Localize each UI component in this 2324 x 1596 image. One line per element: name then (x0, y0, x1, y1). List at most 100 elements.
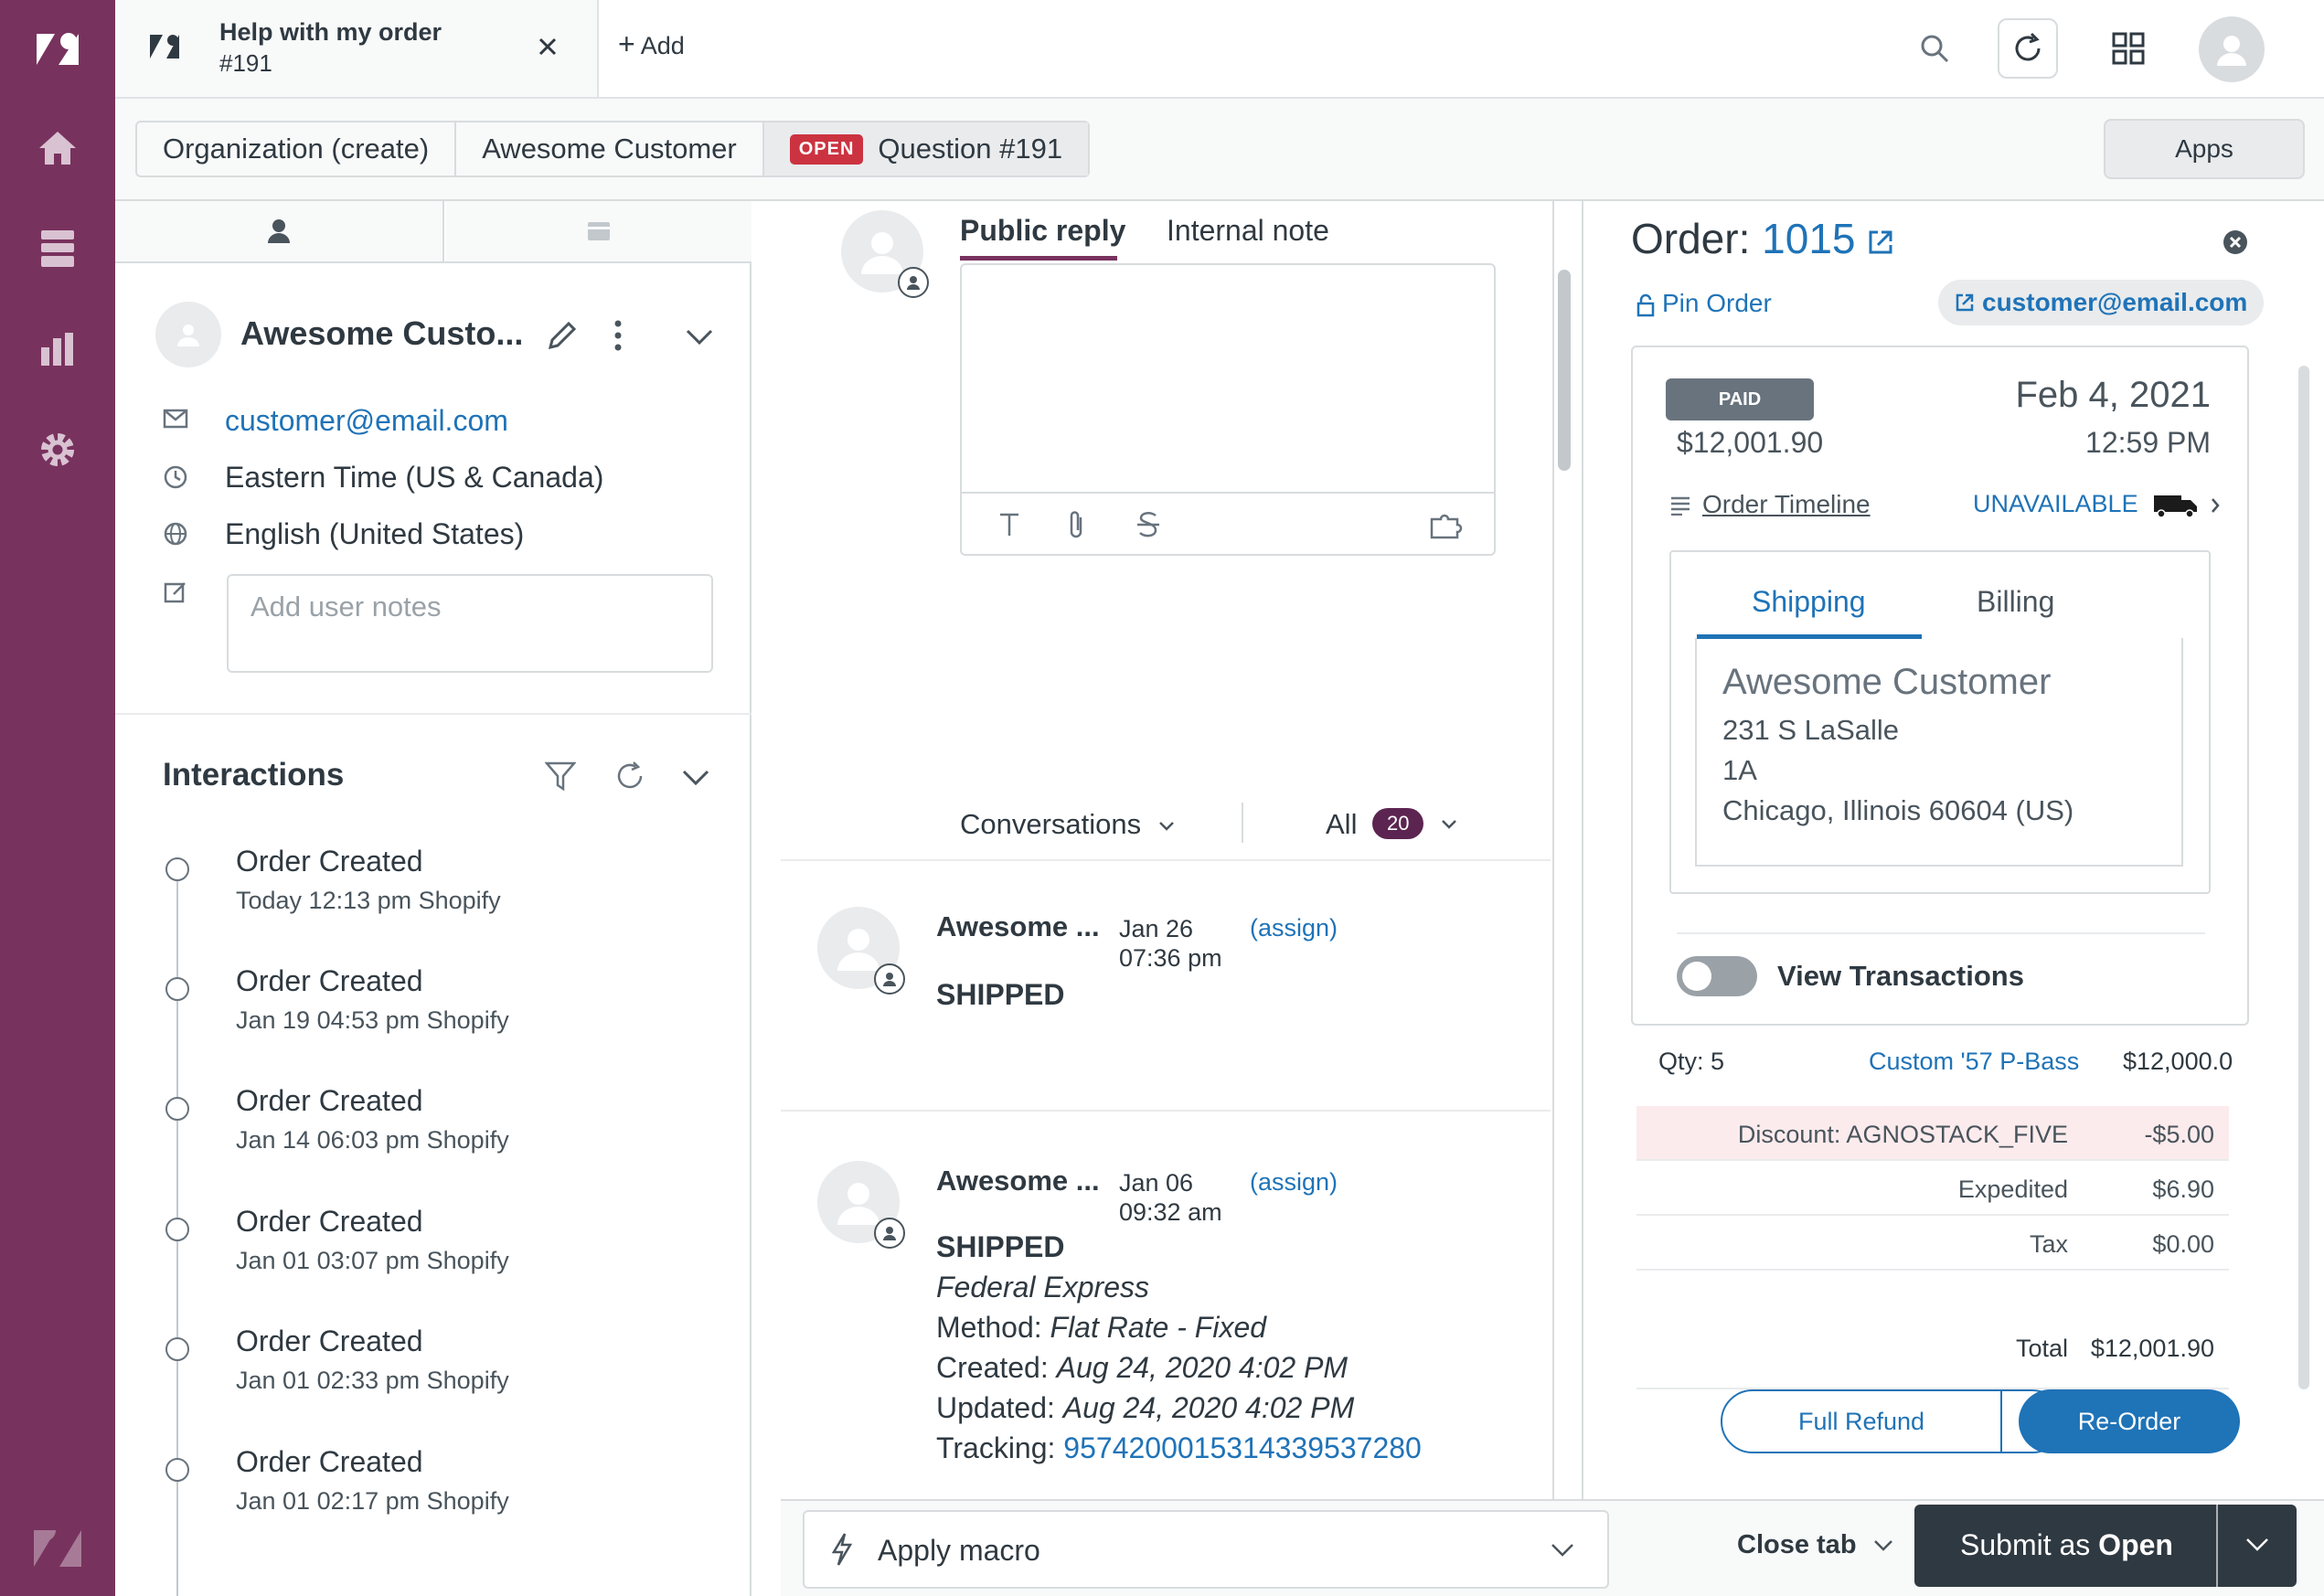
interactions-chevron-icon[interactable] (682, 770, 709, 786)
close-app-icon[interactable] (2222, 229, 2249, 256)
app-scrollbar[interactable] (2298, 366, 2309, 1389)
views-icon[interactable] (30, 221, 85, 276)
total-value: $12,001.90 (2090, 1335, 2214, 1362)
close-tab-icon[interactable] (538, 37, 558, 57)
full-refund-button[interactable]: Full Refund (1721, 1389, 2002, 1453)
assign-link[interactable]: (assign) (1250, 1168, 1338, 1197)
assign-link[interactable]: (assign) (1250, 914, 1338, 942)
search-icon[interactable] (1904, 18, 1965, 79)
reorder-button[interactable]: Re-Order (2019, 1389, 2240, 1453)
collapse-chevron-icon[interactable] (686, 329, 713, 346)
line-value: $0.00 (2152, 1230, 2214, 1258)
ticket-tab-title: Help with my order (219, 18, 442, 46)
customer-email-chip[interactable]: customer@email.com (1938, 280, 2265, 325)
order-title: Order: 1015 (1631, 214, 1894, 263)
order-title-prefix: Order: (1631, 215, 1751, 262)
edit-pencil-icon[interactable] (545, 320, 578, 353)
interaction-title: Order Created (236, 1084, 423, 1117)
breadcrumb-ticket[interactable]: OPEN Question #191 (763, 122, 1089, 176)
tab-organization[interactable] (446, 201, 752, 261)
apps-puzzle-icon[interactable] (1430, 512, 1465, 539)
add-tab-button[interactable]: + Add (618, 27, 685, 61)
breadcrumb-organization[interactable]: Organization (create) (137, 122, 457, 176)
apps-grid-icon[interactable] (2098, 18, 2159, 79)
updated-row: Updated: Aug 24, 2020 4:02 PM (936, 1388, 1422, 1428)
email-icon (163, 408, 190, 435)
all-chevron-down-icon[interactable] (1441, 819, 1457, 830)
text-format-icon[interactable] (998, 512, 1020, 537)
profile-avatar[interactable] (2199, 16, 2265, 82)
plus-icon: + (618, 27, 635, 60)
interaction-meta: Jan 14 06:03 pm Shopify (236, 1126, 509, 1154)
pin-order-button[interactable]: Pin Order (1636, 289, 1772, 318)
conversation-scrollbar[interactable] (1558, 270, 1571, 471)
view-transactions-toggle[interactable] (1677, 956, 1757, 996)
chevron-down-icon (1551, 1543, 1574, 1558)
tab-user[interactable] (115, 201, 444, 261)
interaction-meta: Jan 01 03:07 pm Shopify (236, 1247, 509, 1274)
line-item-product-link[interactable]: Custom '57 P-Bass (1869, 1048, 2079, 1076)
interaction-item[interactable]: Order Created Jan 01 03:07 pm Shopify (115, 1197, 737, 1318)
customer-avatar (817, 907, 905, 995)
order-card: PAID $12,001.90 Feb 4, 2021 12:59 PM Ord… (1631, 346, 2249, 1026)
tracking-link[interactable]: 9574200015314339537280 (1063, 1431, 1422, 1464)
external-link-icon[interactable] (1867, 229, 1894, 256)
timeline-dot (165, 1337, 189, 1361)
end-user-badge-icon (874, 1218, 905, 1249)
total-row: Total $12,001.90 (1636, 1307, 2229, 1389)
submit-status: Open (2098, 1528, 2173, 1561)
reporting-icon[interactable] (30, 322, 85, 377)
tab-billing[interactable]: Billing (1977, 585, 2054, 619)
user-name: Awesome Custo... (240, 314, 524, 352)
apps-button[interactable]: Apps (2104, 119, 2305, 179)
interactions-title: Interactions (163, 757, 345, 793)
ticket-tab[interactable]: Help with my order #191 (115, 0, 599, 97)
user-email-link[interactable]: customer@email.com (225, 404, 508, 438)
submit-options-chevron-icon[interactable] (2245, 1537, 2269, 1552)
interaction-item[interactable]: Order Created Jan 01 02:17 pm Shopify (115, 1438, 737, 1559)
order-timeline-link[interactable]: Order Timeline (1702, 490, 1871, 519)
interaction-meta: Jan 01 02:33 pm Shopify (236, 1367, 509, 1394)
user-language: English (United States) (225, 517, 525, 550)
all-filter-label[interactable]: All (1326, 808, 1357, 841)
submit-button[interactable]: Submit as Open (1914, 1505, 2297, 1587)
refresh-icon[interactable] (1998, 18, 2058, 79)
order-number-link[interactable]: 1015 (1762, 215, 1855, 262)
conversation-panel: Public reply Internal note Conversations… (781, 201, 1554, 1499)
tab-public-reply[interactable]: Public reply (960, 214, 1125, 248)
user-timezone: Eastern Time (US & Canada) (225, 461, 604, 494)
interaction-item[interactable]: Order Created Jan 01 02:33 pm Shopify (115, 1317, 737, 1438)
interaction-item[interactable]: Order Created Today 12:13 pm Shopify (115, 837, 737, 958)
strikethrough-icon[interactable] (1135, 510, 1161, 539)
message-author[interactable]: Awesome ... (936, 1165, 1100, 1197)
zendesk-z-icon[interactable] (30, 1521, 85, 1576)
interaction-title: Order Created (236, 845, 423, 878)
interaction-item[interactable]: Order Created Jan 19 04:53 pm Shopify (115, 957, 737, 1078)
divider (1677, 932, 2205, 934)
close-tab-button[interactable]: Close tab (1737, 1530, 1893, 1560)
tab-internal-note[interactable]: Internal note (1167, 214, 1329, 248)
shipment-status[interactable]: UNAVAILABLE (1973, 490, 2220, 518)
context-tabs (115, 201, 752, 263)
reply-editor[interactable] (960, 263, 1496, 556)
conversations-filter[interactable]: Conversations (960, 808, 1175, 841)
attachment-icon[interactable] (1066, 510, 1086, 539)
filter-icon[interactable] (545, 761, 576, 792)
breadcrumb-requester[interactable]: Awesome Customer (456, 122, 764, 176)
refresh-interactions-icon[interactable] (614, 761, 645, 792)
message-date: Jan 26 07:36 pm (1119, 914, 1222, 973)
ticket-tab-icon (148, 31, 181, 62)
customer-avatar (817, 1161, 905, 1249)
message-author[interactable]: Awesome ... (936, 910, 1100, 943)
user-notes-input[interactable]: Add user notes (227, 574, 713, 673)
ticket-header: Organization (create) Awesome Customer O… (115, 99, 2324, 201)
tab-shipping[interactable]: Shipping (1752, 585, 1866, 619)
admin-gear-icon[interactable] (30, 422, 85, 477)
zendesk-logo-icon[interactable] (30, 22, 85, 77)
interaction-item[interactable]: Order Created Jan 14 06:03 pm Shopify (115, 1077, 737, 1197)
more-options-icon[interactable] (614, 320, 622, 351)
message-date-day: Jan 06 (1119, 1169, 1194, 1197)
apply-macro-select[interactable]: Apply macro (803, 1510, 1609, 1589)
home-icon[interactable] (30, 121, 85, 176)
updated-label: Updated: (936, 1391, 1055, 1424)
